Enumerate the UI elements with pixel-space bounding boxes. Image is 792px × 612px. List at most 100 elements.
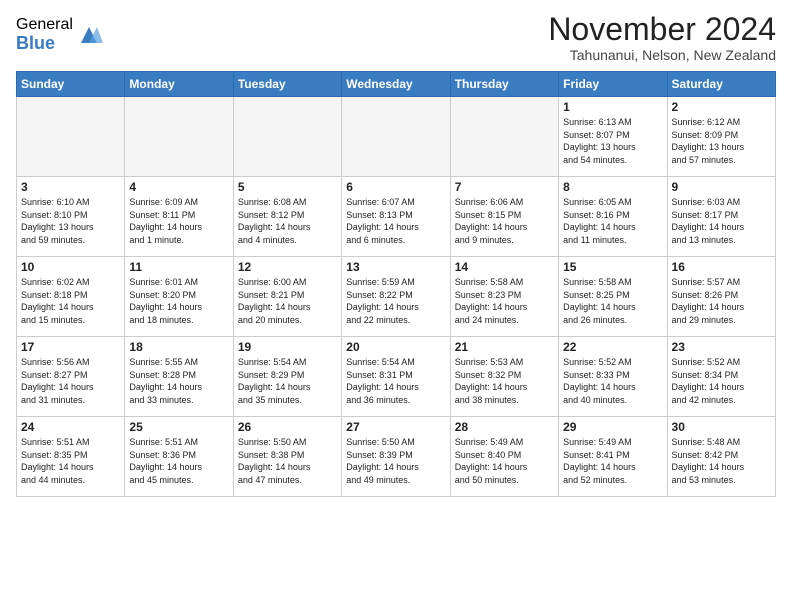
calendar-cell: 28Sunrise: 5:49 AM Sunset: 8:40 PM Dayli…	[450, 417, 558, 497]
day-number: 20	[346, 340, 445, 354]
day-info: Sunrise: 5:59 AM Sunset: 8:22 PM Dayligh…	[346, 276, 445, 326]
day-info: Sunrise: 6:12 AM Sunset: 8:09 PM Dayligh…	[672, 116, 771, 166]
calendar-header-row: SundayMondayTuesdayWednesdayThursdayFrid…	[17, 72, 776, 97]
calendar-week-2: 3 Sunrise: 6:10 AM Sunset: 8:10 PM Daylig…	[17, 177, 776, 257]
calendar-cell	[17, 97, 125, 177]
title-block: November 2024 Tahunanui, Nelson, New Zea…	[548, 12, 776, 63]
day-number: 8	[563, 180, 662, 194]
calendar-cell: 26 Sunrise: 5:50 AM Sunset: 8:38 PM Dayli…	[233, 417, 341, 497]
logo: General Blue	[16, 16, 103, 53]
calendar-body: 1 Sunrise: 6:13 AM Sunset: 8:07 PM Daylig…	[17, 97, 776, 497]
calendar-cell: 3 Sunrise: 6:10 AM Sunset: 8:10 PM Daylig…	[17, 177, 125, 257]
calendar-header-tuesday: Tuesday	[233, 72, 341, 97]
day-number: 10	[21, 260, 120, 274]
day-info: Sunrise: 6:13 AM Sunset: 8:07 PM Dayligh…	[563, 116, 662, 166]
calendar-cell: 29Sunrise: 5:49 AM Sunset: 8:41 PM Dayli…	[559, 417, 667, 497]
day-info: Sunrise: 5:55 AM Sunset: 8:28 PM Dayligh…	[129, 356, 228, 406]
calendar-cell: 30Sunrise: 5:48 AM Sunset: 8:42 PM Dayli…	[667, 417, 775, 497]
calendar-cell: 24 Sunrise: 5:51 AM Sunset: 8:35 PM Dayli…	[17, 417, 125, 497]
calendar-cell: 17 Sunrise: 5:56 AM Sunset: 8:27 PM Dayli…	[17, 337, 125, 417]
day-number: 21	[455, 340, 554, 354]
logo-icon	[75, 21, 103, 49]
calendar-cell: 12Sunrise: 6:00 AM Sunset: 8:21 PM Dayli…	[233, 257, 341, 337]
day-number: 9	[672, 180, 771, 194]
calendar-cell: 21 Sunrise: 5:53 AM Sunset: 8:32 PM Dayli…	[450, 337, 558, 417]
day-info: Sunrise: 5:52 AM Sunset: 8:34 PM Dayligh…	[672, 356, 771, 406]
calendar-cell	[342, 97, 450, 177]
day-info: Sunrise: 6:01 AM Sunset: 8:20 PM Dayligh…	[129, 276, 228, 326]
calendar-cell: 10Sunrise: 6:02 AM Sunset: 8:18 PM Dayli…	[17, 257, 125, 337]
calendar-header-thursday: Thursday	[450, 72, 558, 97]
calendar-cell: 8 Sunrise: 6:05 AM Sunset: 8:16 PM Daylig…	[559, 177, 667, 257]
logo-general: General	[16, 16, 73, 34]
day-info: Sunrise: 6:07 AM Sunset: 8:13 PM Dayligh…	[346, 196, 445, 246]
day-number: 4	[129, 180, 228, 194]
calendar-cell	[450, 97, 558, 177]
calendar-cell: 27 Sunrise: 5:50 AM Sunset: 8:39 PM Dayli…	[342, 417, 450, 497]
day-number: 13	[346, 260, 445, 274]
day-info: Sunrise: 6:08 AM Sunset: 8:12 PM Dayligh…	[238, 196, 337, 246]
logo-blue: Blue	[16, 34, 73, 54]
day-number: 7	[455, 180, 554, 194]
calendar-header-friday: Friday	[559, 72, 667, 97]
calendar-cell: 9Sunrise: 6:03 AM Sunset: 8:17 PM Daylig…	[667, 177, 775, 257]
day-number: 18	[129, 340, 228, 354]
calendar-header-saturday: Saturday	[667, 72, 775, 97]
calendar-cell: 1 Sunrise: 6:13 AM Sunset: 8:07 PM Daylig…	[559, 97, 667, 177]
day-info: Sunrise: 6:00 AM Sunset: 8:21 PM Dayligh…	[238, 276, 337, 326]
day-info: Sunrise: 5:49 AM Sunset: 8:41 PM Dayligh…	[563, 436, 662, 486]
day-info: Sunrise: 5:53 AM Sunset: 8:32 PM Dayligh…	[455, 356, 554, 406]
day-number: 5	[238, 180, 337, 194]
calendar-cell: 15Sunrise: 5:58 AM Sunset: 8:25 PM Dayli…	[559, 257, 667, 337]
day-number: 23	[672, 340, 771, 354]
day-number: 3	[21, 180, 120, 194]
calendar-cell: 13 Sunrise: 5:59 AM Sunset: 8:22 PM Dayli…	[342, 257, 450, 337]
day-number: 16	[672, 260, 771, 274]
day-number: 22	[563, 340, 662, 354]
day-number: 27	[346, 420, 445, 434]
day-number: 19	[238, 340, 337, 354]
day-info: Sunrise: 6:10 AM Sunset: 8:10 PM Dayligh…	[21, 196, 120, 246]
calendar-cell: 7 Sunrise: 6:06 AM Sunset: 8:15 PM Daylig…	[450, 177, 558, 257]
calendar-cell: 11 Sunrise: 6:01 AM Sunset: 8:20 PM Dayli…	[125, 257, 233, 337]
day-info: Sunrise: 5:52 AM Sunset: 8:33 PM Dayligh…	[563, 356, 662, 406]
day-number: 6	[346, 180, 445, 194]
calendar-week-1: 1 Sunrise: 6:13 AM Sunset: 8:07 PM Daylig…	[17, 97, 776, 177]
day-info: Sunrise: 6:06 AM Sunset: 8:15 PM Dayligh…	[455, 196, 554, 246]
calendar-week-4: 17 Sunrise: 5:56 AM Sunset: 8:27 PM Dayli…	[17, 337, 776, 417]
calendar-week-5: 24 Sunrise: 5:51 AM Sunset: 8:35 PM Dayli…	[17, 417, 776, 497]
day-info: Sunrise: 5:50 AM Sunset: 8:38 PM Dayligh…	[238, 436, 337, 486]
day-number: 15	[563, 260, 662, 274]
calendar-cell: 20 Sunrise: 5:54 AM Sunset: 8:31 PM Dayli…	[342, 337, 450, 417]
day-number: 1	[563, 100, 662, 114]
day-info: Sunrise: 5:54 AM Sunset: 8:31 PM Dayligh…	[346, 356, 445, 406]
day-info: Sunrise: 5:57 AM Sunset: 8:26 PM Dayligh…	[672, 276, 771, 326]
day-number: 14	[455, 260, 554, 274]
day-number: 26	[238, 420, 337, 434]
calendar-cell: 18 Sunrise: 5:55 AM Sunset: 8:28 PM Dayli…	[125, 337, 233, 417]
day-info: Sunrise: 5:50 AM Sunset: 8:39 PM Dayligh…	[346, 436, 445, 486]
day-info: Sunrise: 5:56 AM Sunset: 8:27 PM Dayligh…	[21, 356, 120, 406]
month-title: November 2024	[548, 12, 776, 47]
calendar-cell: 5 Sunrise: 6:08 AM Sunset: 8:12 PM Daylig…	[233, 177, 341, 257]
calendar-cell: 23 Sunrise: 5:52 AM Sunset: 8:34 PM Dayli…	[667, 337, 775, 417]
day-info: Sunrise: 6:05 AM Sunset: 8:16 PM Dayligh…	[563, 196, 662, 246]
calendar-cell	[233, 97, 341, 177]
calendar-cell: 16 Sunrise: 5:57 AM Sunset: 8:26 PM Dayli…	[667, 257, 775, 337]
day-number: 28	[455, 420, 554, 434]
day-number: 25	[129, 420, 228, 434]
logo-text: General Blue	[16, 16, 73, 53]
location: Tahunanui, Nelson, New Zealand	[548, 47, 776, 63]
calendar-week-3: 10Sunrise: 6:02 AM Sunset: 8:18 PM Dayli…	[17, 257, 776, 337]
day-info: Sunrise: 5:51 AM Sunset: 8:35 PM Dayligh…	[21, 436, 120, 486]
page-container: General Blue November 2024 Tahunanui, Ne…	[0, 0, 792, 505]
day-number: 17	[21, 340, 120, 354]
day-info: Sunrise: 5:48 AM Sunset: 8:42 PM Dayligh…	[672, 436, 771, 486]
day-info: Sunrise: 5:58 AM Sunset: 8:23 PM Dayligh…	[455, 276, 554, 326]
calendar-cell: 6 Sunrise: 6:07 AM Sunset: 8:13 PM Daylig…	[342, 177, 450, 257]
day-number: 11	[129, 260, 228, 274]
day-number: 24	[21, 420, 120, 434]
calendar-cell: 4Sunrise: 6:09 AM Sunset: 8:11 PM Daylig…	[125, 177, 233, 257]
day-info: Sunrise: 5:54 AM Sunset: 8:29 PM Dayligh…	[238, 356, 337, 406]
calendar-cell: 14 Sunrise: 5:58 AM Sunset: 8:23 PM Dayli…	[450, 257, 558, 337]
